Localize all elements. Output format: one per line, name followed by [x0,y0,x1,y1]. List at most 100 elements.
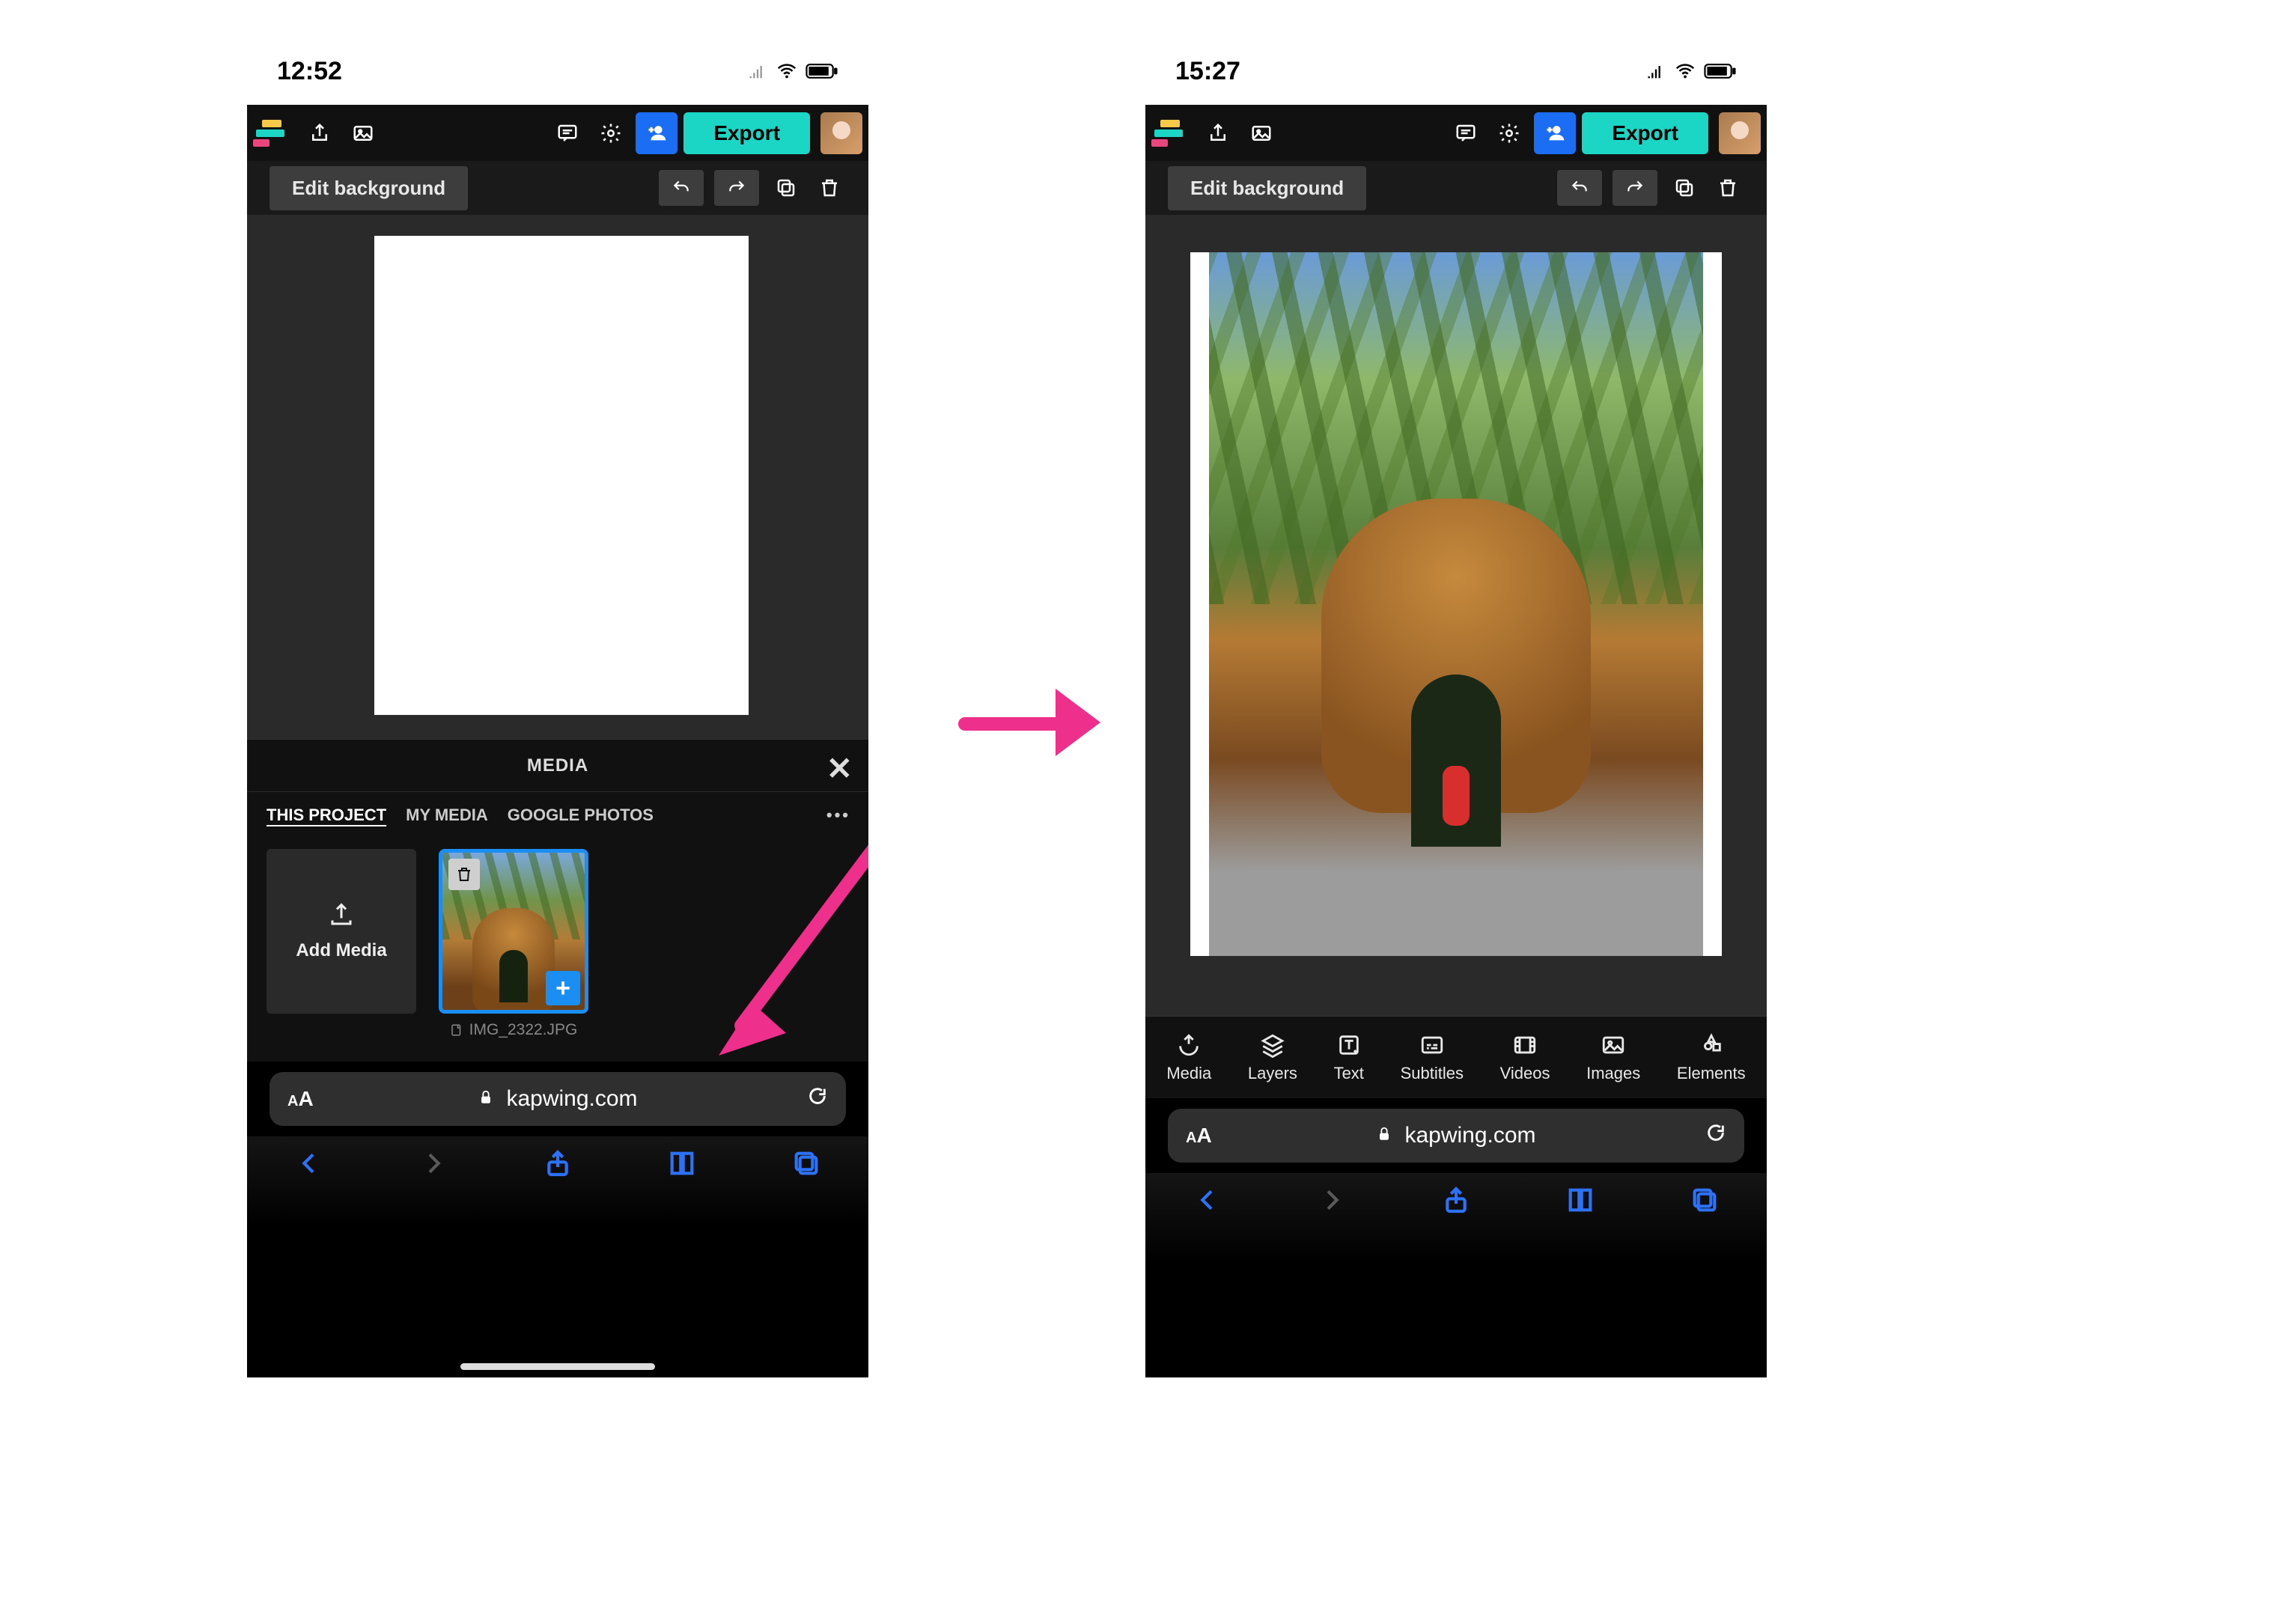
canvas-with-image[interactable] [1190,252,1722,956]
status-indicators [1645,60,1737,82]
gear-icon[interactable] [592,115,630,152]
share-icon[interactable] [301,115,338,152]
phone-screenshot-right: 15:27 Export Edit background Me [1145,37,1767,1377]
tabs-button[interactable] [791,1148,821,1182]
kapwing-logo[interactable] [253,118,287,148]
trash-icon[interactable] [813,170,846,206]
redo-button[interactable] [1613,170,1657,206]
wifi-icon [1674,60,1696,82]
user-avatar[interactable] [1719,112,1761,154]
forward-button[interactable] [1317,1185,1347,1219]
share-button[interactable] [1441,1185,1471,1219]
tab-media[interactable]: Media [1166,1032,1211,1083]
tab-google-photos[interactable]: GOOGLE PHOTOS [508,806,654,825]
lock-icon [1376,1123,1392,1148]
tab-text[interactable]: Text [1334,1032,1364,1083]
wifi-icon [776,60,798,82]
canvas-area[interactable] [247,215,868,739]
reload-icon[interactable] [807,1085,828,1112]
status-time: 12:52 [277,57,342,86]
copy-icon[interactable] [1668,170,1701,206]
text-size-button[interactable]: AA [287,1087,314,1111]
close-icon[interactable]: ✕ [826,750,853,787]
transition-arrow [958,689,1115,756]
media-title: MEDIA [527,755,588,776]
invite-user-button[interactable] [636,112,677,154]
redo-button[interactable] [714,170,759,206]
media-tabs: THIS PROJECT MY MEDIA GOOGLE PHOTOS ••• [247,792,868,838]
bookmarks-button[interactable] [667,1148,697,1182]
home-indicator [460,1363,655,1370]
edit-background-button[interactable]: Edit background [1168,166,1366,210]
editor-tabs: Media Layers Text Subtitles Videos Image… [1145,1016,1767,1098]
copy-icon[interactable] [770,170,803,206]
status-indicators [747,60,838,82]
tab-my-media[interactable]: MY MEDIA [406,806,488,825]
safari-url-bar: AA kapwing.com [1145,1098,1767,1173]
forward-button[interactable] [418,1148,448,1182]
tabs-button[interactable] [1690,1185,1720,1219]
text-size-button[interactable]: AA [1186,1124,1212,1148]
safari-url-bar: AA kapwing.com [247,1062,868,1136]
signal-icon [747,61,768,82]
url-text: kapwing.com [1404,1123,1535,1148]
app-toolbar: Export [247,105,868,161]
app-toolbar: Export [1145,105,1767,161]
gear-icon[interactable] [1490,115,1528,152]
edit-background-button[interactable]: Edit background [270,166,468,210]
back-button[interactable] [1193,1185,1222,1219]
blank-canvas[interactable] [374,236,749,715]
undo-button[interactable] [659,170,704,206]
media-item: + IMG_2322.JPG [439,849,588,1039]
tab-images[interactable]: Images [1586,1032,1640,1083]
tab-elements[interactable]: Elements [1677,1032,1746,1083]
secondary-toolbar: Edit background [247,161,868,215]
status-time: 15:27 [1175,57,1240,86]
add-media-label: Add Media [296,940,386,961]
bookmarks-button[interactable] [1565,1185,1595,1219]
undo-button[interactable] [1557,170,1602,206]
ios-status-bar: 15:27 [1145,37,1767,105]
image-icon[interactable] [1243,115,1280,152]
share-icon[interactable] [1199,115,1237,152]
tab-this-project[interactable]: THIS PROJECT [267,806,386,825]
lock-icon [478,1086,494,1112]
back-button[interactable] [294,1148,324,1182]
image-icon[interactable] [344,115,382,152]
ios-status-bar: 12:52 [247,37,868,105]
media-filename: IMG_2322.JPG [450,1021,578,1039]
secondary-toolbar: Edit background [1145,161,1767,215]
add-media-button[interactable]: Add Media [267,849,416,1014]
safari-nav-bar [1145,1173,1767,1263]
kapwing-logo[interactable] [1151,118,1186,148]
battery-icon [1704,63,1737,79]
add-to-canvas-button[interactable]: + [546,971,580,1005]
signal-icon [1645,61,1666,82]
url-pill[interactable]: AA kapwing.com [1168,1109,1744,1163]
reload-icon[interactable] [1705,1122,1726,1149]
export-button[interactable]: Export [683,112,810,154]
media-thumbnail[interactable]: + [439,849,588,1014]
media-body: Add Media + IMG_2322.JPG [247,838,868,1062]
delete-media-button[interactable] [448,859,480,890]
comment-icon[interactable] [549,115,586,152]
user-avatar[interactable] [820,112,862,154]
media-panel: MEDIA ✕ THIS PROJECT MY MEDIA GOOGLE PHO… [247,739,868,1062]
url-text: kapwing.com [506,1086,637,1112]
media-panel-header: MEDIA ✕ [247,740,868,792]
export-button[interactable]: Export [1582,112,1708,154]
safari-nav-bar [247,1136,868,1226]
more-icon[interactable]: ••• [826,806,850,825]
tab-layers[interactable]: Layers [1248,1032,1297,1083]
comment-icon[interactable] [1447,115,1485,152]
tab-subtitles[interactable]: Subtitles [1401,1032,1464,1083]
share-button[interactable] [543,1148,573,1182]
battery-icon [806,63,838,79]
inserted-image[interactable] [1209,252,1703,956]
trash-icon[interactable] [1711,170,1744,206]
upload-icon [328,901,355,928]
canvas-area[interactable] [1145,215,1767,1016]
invite-user-button[interactable] [1534,112,1576,154]
tab-videos[interactable]: Videos [1500,1032,1550,1083]
url-pill[interactable]: AA kapwing.com [270,1072,846,1126]
